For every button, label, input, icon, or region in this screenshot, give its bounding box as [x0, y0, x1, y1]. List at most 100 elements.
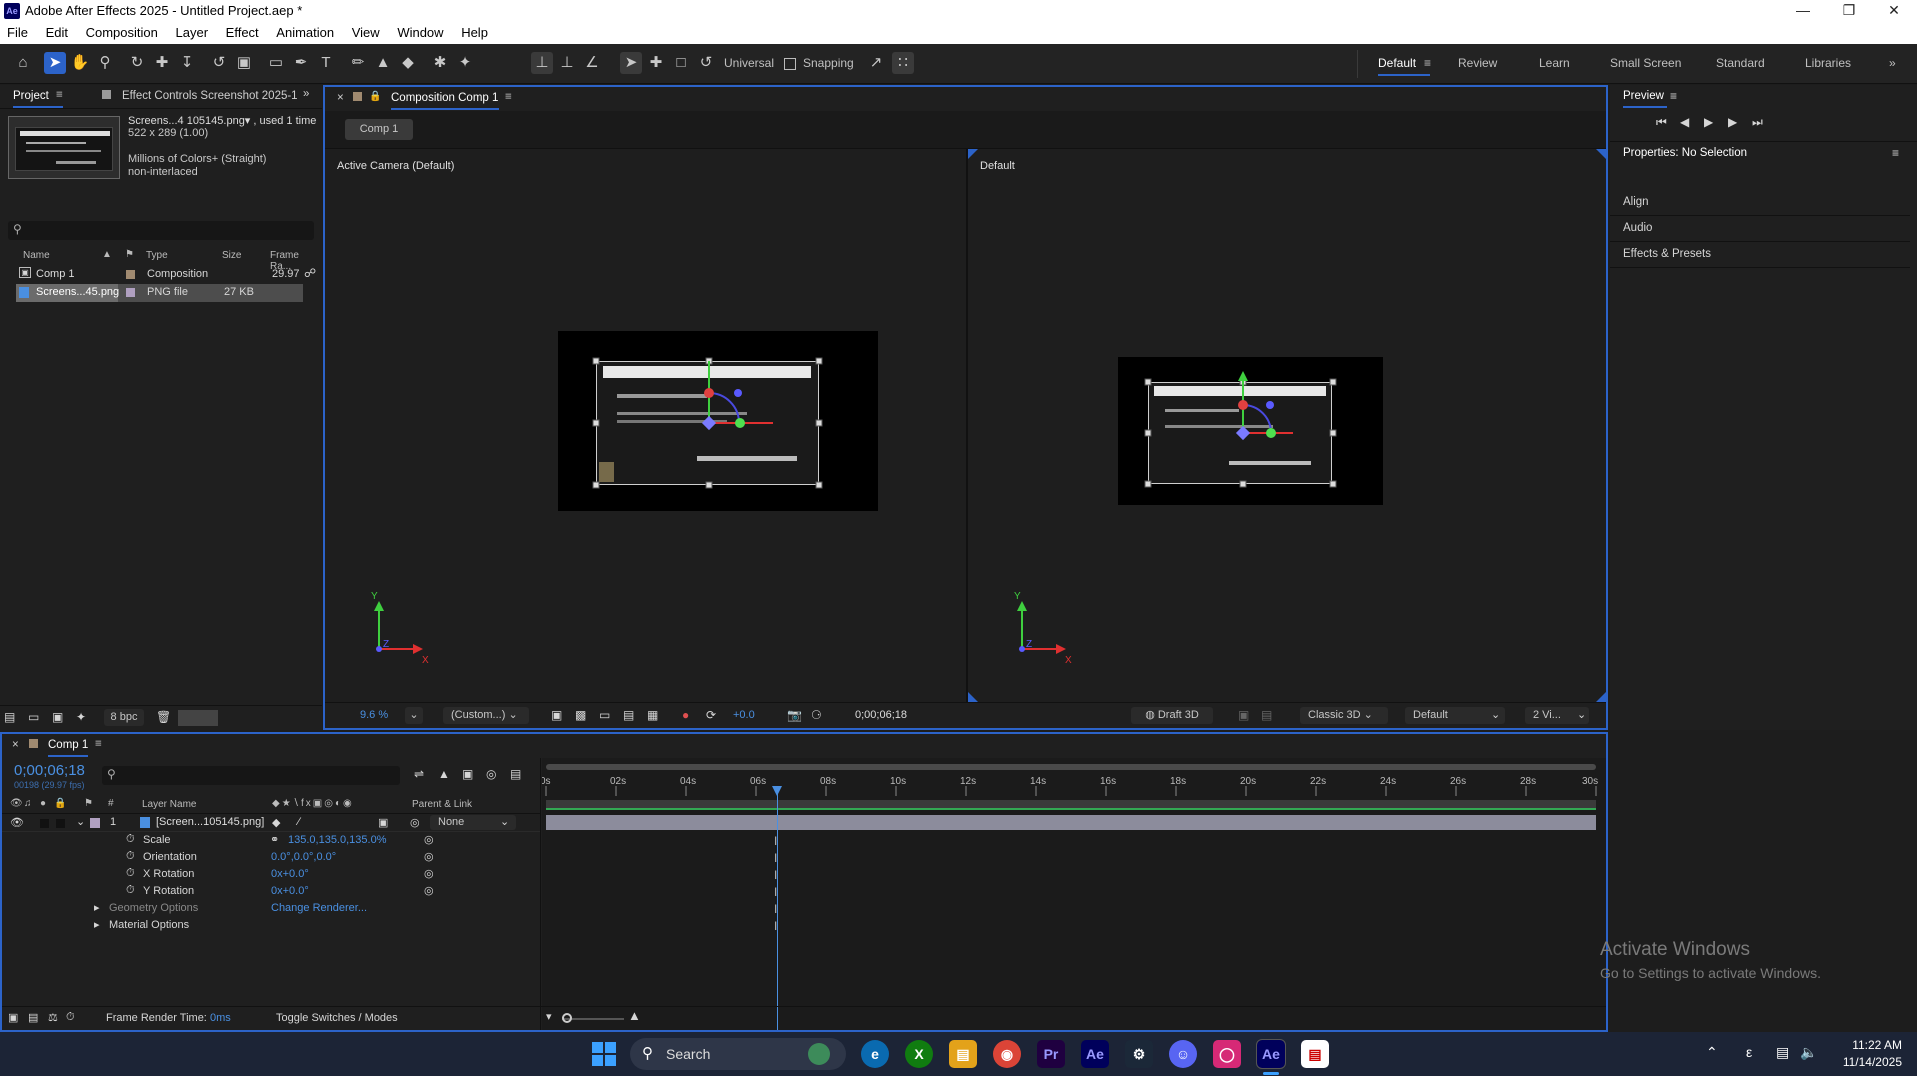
workspace-libraries[interactable]: Libraries	[1805, 56, 1851, 70]
quality-switch-icon[interactable]: ∕	[298, 816, 300, 828]
frame-blending-icon[interactable]: ◎	[486, 767, 496, 781]
tab-project[interactable]: Project	[13, 90, 49, 102]
property-value[interactable]: 0x+0.0°	[271, 885, 309, 897]
zoom-tool-icon[interactable]: ⚲	[94, 52, 116, 74]
local-axis-icon[interactable]: ⊥	[531, 52, 553, 74]
volume-icon[interactable]: 🔈	[1800, 1044, 1817, 1061]
guides-icon[interactable]: ▤	[623, 708, 634, 722]
snap-options-icon[interactable]: ↗	[865, 52, 887, 74]
move-gizmo-icon[interactable]: ✚	[645, 52, 667, 74]
pan-tool-icon[interactable]: ✚	[151, 52, 173, 74]
selection-tool-icon[interactable]: ➤	[44, 52, 66, 74]
left-viewer[interactable]: Active Camera (Default) Y X Z	[325, 149, 966, 702]
taskbar-date[interactable]: 11/14/2025	[1836, 1055, 1902, 1069]
zoom-level[interactable]: 9.6 %	[360, 709, 388, 721]
property-value[interactable]: 135.0,135.0,135.0%	[288, 834, 386, 846]
resolution-dropdown[interactable]: (Custom...) ⌄	[443, 707, 529, 724]
workspace-review[interactable]: Review	[1458, 56, 1497, 70]
edge-icon[interactable]: e	[861, 1040, 889, 1068]
comp-breadcrumb[interactable]: Comp 1	[345, 119, 413, 140]
audio-panel[interactable]: Audio	[1610, 216, 1910, 242]
xbox-icon[interactable]: X	[905, 1040, 933, 1068]
pen-tool-icon[interactable]: ✒	[290, 52, 312, 74]
panel-menu-icon[interactable]: ≡	[95, 738, 102, 750]
world-axis-icon[interactable]: ⊥	[556, 52, 578, 74]
previous-frame-icon[interactable]: ◀	[1680, 115, 1689, 129]
change-renderer-link[interactable]: Change Renderer...	[271, 902, 367, 914]
menu-composition[interactable]: Composition	[79, 22, 165, 40]
panel-menu-icon[interactable]: ≡	[505, 91, 512, 103]
reset-exposure-icon[interactable]: ⟳	[706, 708, 716, 722]
expression-pickwhip-icon[interactable]: ◎	[424, 884, 434, 897]
file-explorer-icon[interactable]: ▤	[949, 1040, 977, 1068]
property-row-scale[interactable]: ⏱ Scale ⚭ 135.0,135.0,135.0% ◎	[2, 832, 540, 849]
ground-plane-icon[interactable]: ▤	[1261, 708, 1272, 722]
viewer-timecode[interactable]: 0;00;06;18	[855, 709, 907, 721]
menu-file[interactable]: File	[0, 22, 35, 40]
next-frame-icon[interactable]: ▶	[1728, 115, 1737, 129]
workspace-small-screen[interactable]: Small Screen	[1610, 56, 1681, 70]
interpret-footage-icon[interactable]: ▤	[4, 710, 15, 724]
brush-tool-icon[interactable]: ✏	[347, 52, 369, 74]
layer-name[interactable]: [Screen...105145.png]	[156, 816, 264, 828]
layer-label-color-icon[interactable]	[90, 818, 100, 828]
stopwatch-icon[interactable]: ⏱	[126, 884, 135, 897]
discord-icon[interactable]: ☺	[1169, 1040, 1197, 1068]
draft-3d-toggle-icon[interactable]: ▲	[438, 767, 450, 781]
lock-box[interactable]	[56, 819, 65, 828]
render-time-icon[interactable]: ⏱	[66, 1011, 75, 1024]
property-row-x-rotation[interactable]: ⏱ X Rotation 0x+0.0° ◎	[2, 866, 540, 883]
twirl-closed-icon[interactable]: ▸	[94, 901, 100, 914]
mask-visibility-icon[interactable]: ▭	[599, 708, 610, 722]
tab-effect-controls[interactable]: Effect Controls Screenshot 2025-11-	[122, 90, 297, 102]
flowchart-icon[interactable]: ☍	[304, 266, 316, 280]
stopwatch-icon[interactable]: ⏱	[126, 867, 135, 880]
property-row-y-rotation[interactable]: ⏱ Y Rotation 0x+0.0° ◎	[2, 883, 540, 900]
bpc-button[interactable]: 8 bpc	[104, 709, 144, 726]
twirl-open-icon[interactable]: ⌄	[76, 815, 85, 828]
taskbar-time[interactable]: 11:22 AM	[1836, 1038, 1902, 1052]
clone-stamp-icon[interactable]: ▲	[372, 52, 394, 74]
last-frame-icon[interactable]: ⏭	[1752, 115, 1763, 130]
close-icon[interactable]: ✕	[1871, 0, 1917, 22]
windows-start-icon[interactable]	[592, 1042, 616, 1066]
after-effects-active-icon[interactable]: Ae	[1256, 1039, 1286, 1069]
rectangle-tool-icon[interactable]: ▭	[265, 52, 287, 74]
first-frame-icon[interactable]: ⏮	[1656, 115, 1667, 130]
menu-effect[interactable]: Effect	[219, 22, 266, 40]
expression-pickwhip-icon[interactable]: ◎	[424, 833, 434, 846]
eraser-tool-icon[interactable]: ◆	[397, 52, 419, 74]
effects-presets-panel[interactable]: Effects & Presets	[1610, 242, 1910, 268]
region-of-interest-icon[interactable]: ▣	[551, 708, 562, 722]
shy-switch-icon[interactable]: ◆	[272, 816, 280, 829]
chrome-icon[interactable]: ◉	[993, 1040, 1021, 1068]
after-effects-icon[interactable]: Ae	[1081, 1040, 1109, 1068]
timeline-timecode[interactable]: 0;00;06;18	[14, 762, 85, 779]
comp-canvas-right[interactable]	[1118, 357, 1383, 505]
workspace-default[interactable]: Default	[1378, 56, 1416, 70]
expression-pickwhip-icon[interactable]: ◎	[424, 850, 434, 863]
transfer-controls-icon[interactable]: ▤	[28, 1011, 38, 1024]
restore-icon[interactable]: ❐	[1826, 0, 1872, 22]
menu-layer[interactable]: Layer	[169, 22, 216, 40]
transparency-grid-icon[interactable]: ▩	[575, 708, 586, 722]
comp-mini-flowchart-icon[interactable]: ⇌	[414, 767, 424, 781]
new-comp-icon[interactable]: ▣	[52, 710, 63, 724]
property-value[interactable]: 0x+0.0°	[271, 868, 309, 880]
eye-icon[interactable]: 👁	[10, 816, 24, 829]
col-parent[interactable]: Parent & Link	[412, 799, 472, 810]
zoom-slider-knob[interactable]	[562, 1013, 572, 1023]
view-dropdown[interactable]: Default	[1405, 707, 1505, 724]
play-icon[interactable]: ▶	[1704, 115, 1713, 129]
stopwatch-icon[interactable]: ⏱	[126, 833, 135, 846]
stopwatch-icon[interactable]: ⏱	[126, 850, 135, 863]
adjust-icon[interactable]: ✦	[76, 710, 86, 724]
roto-brush-icon[interactable]: ✱	[429, 52, 451, 74]
toggle-switches-modes[interactable]: Toggle Switches / Modes	[276, 1012, 398, 1024]
snapping-checkbox[interactable]	[784, 58, 796, 70]
premiere-pro-icon[interactable]: Pr	[1037, 1040, 1065, 1068]
anchor-tool-icon[interactable]: ▣	[233, 52, 255, 74]
lock-icon[interactable]: 🔒	[369, 91, 381, 102]
menu-edit[interactable]: Edit	[39, 22, 75, 40]
timeline-graph-area[interactable]: 0s 02s 04s 06s 08s 10s 12s 14s 16s 18s 20s 22s 24s 26…	[542, 758, 1606, 1030]
